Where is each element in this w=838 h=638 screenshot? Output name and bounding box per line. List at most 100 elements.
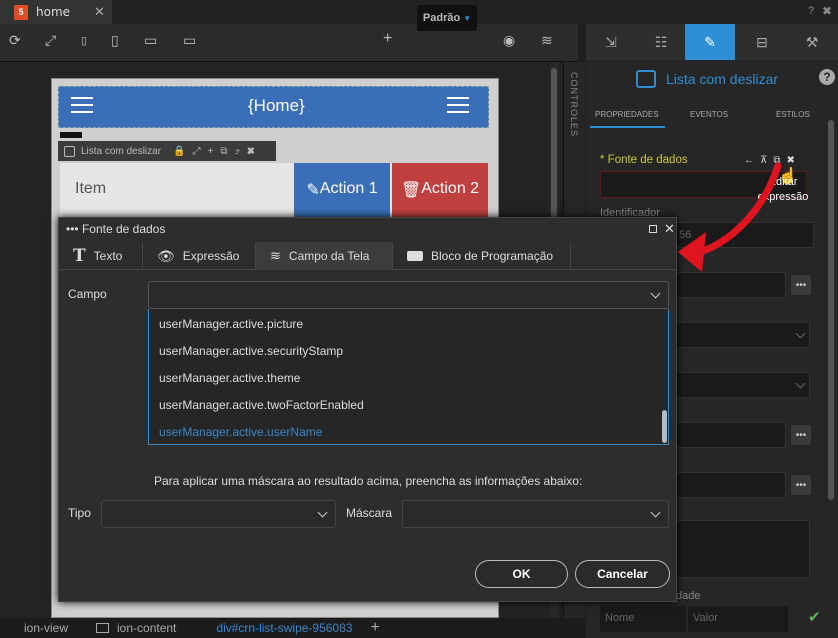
property-select-1[interactable] [676, 322, 810, 348]
tab-eventos[interactable]: EVENTOS [690, 110, 728, 119]
import-icon[interactable]: ⇲ [586, 24, 636, 60]
tab-campo-tela[interactable]: ≋ Campo da Tela [256, 242, 393, 270]
property-textarea[interactable] [676, 520, 810, 578]
panel-scrollbar[interactable] [828, 120, 834, 500]
chevron-down-icon [650, 288, 661, 299]
html5-icon: 5 [14, 4, 28, 20]
preset-label: Padrão [422, 12, 461, 24]
mask-instructions: Para aplicar uma máscara ao resultado ac… [154, 474, 583, 488]
property-select-2[interactable] [676, 372, 810, 398]
chevron-down-icon [317, 507, 328, 518]
add-icon[interactable]: + [383, 30, 392, 48]
list-swipe-icon [636, 70, 656, 88]
tab-propriedades[interactable]: PROPRIEDADES [595, 110, 659, 119]
dialog-title: ••• Fonte de dados [66, 222, 165, 236]
menu-icon[interactable] [71, 97, 93, 113]
active-tab-underline [590, 126, 665, 128]
tipo-select[interactable] [101, 500, 336, 528]
element-breadcrumb: ion-view ion-content div#crn-list-swipe-… [0, 618, 586, 638]
chevron-down-icon [795, 328, 806, 339]
menu-icon-right[interactable] [447, 97, 469, 113]
mascara-label: Máscara [346, 506, 393, 520]
panel-tabs: ⇲ ☷ ✎ ⊟ ⚒ [586, 24, 838, 60]
section-label-fragment: dade [676, 590, 701, 602]
tab-expressao[interactable]: 👁 Expressão [143, 242, 256, 270]
code-icon[interactable]: ⊟ [737, 24, 787, 60]
add-icon[interactable]: + [370, 619, 379, 637]
tipo-label: Tipo [68, 506, 91, 520]
tab-expressao-label: Expressão [182, 249, 240, 263]
list-tag-label: Lista com deslizar [81, 145, 162, 157]
database-icon: ≋ [270, 248, 281, 263]
swipe-action-2[interactable]: 🗑 Action 2 [392, 163, 488, 217]
option-security-stamp[interactable]: userManager.active.securityStamp [159, 344, 343, 358]
refresh-icon[interactable]: ⟳ [9, 32, 21, 49]
close-window-icon[interactable]: ✖ [822, 4, 832, 18]
campo-select[interactable] [148, 281, 669, 309]
crumb-ion-view[interactable]: ion-view [24, 621, 68, 635]
property-field-3[interactable] [676, 472, 786, 498]
drag-handle-icon[interactable]: ••• [66, 222, 79, 236]
help-icon[interactable]: ? [808, 5, 814, 17]
property-field-2[interactable] [676, 422, 786, 448]
dialog-title-text: Fonte de dados [81, 222, 166, 236]
mascara-select[interactable] [402, 500, 669, 528]
trash-icon: 🗑 [400, 182, 422, 199]
phone-title: {Home} [248, 96, 305, 115]
database-icon[interactable]: ≋ [541, 32, 553, 49]
list-component-tag[interactable]: Lista com deslizar 🔒⤢+⧉⤴✖ [58, 141, 276, 161]
device-preset-select[interactable]: Padrão ▼ [417, 5, 477, 31]
monitor-icon [96, 623, 110, 633]
ok-button[interactable]: OK [475, 560, 568, 588]
eye-slash-icon[interactable]: ◉ [503, 32, 515, 49]
desktop-icon[interactable]: ▭ [183, 32, 196, 49]
item-label: Item [75, 180, 107, 197]
chevron-down-icon [795, 378, 806, 389]
laptop-icon[interactable]: ▭ [144, 32, 157, 49]
list-icon [64, 145, 75, 157]
component-actions-icons[interactable]: 🔒⤢+⧉⤴✖ [173, 146, 262, 157]
list-scrollbar-thumb[interactable] [662, 410, 667, 443]
tab-estilos[interactable]: ESTILOS [776, 110, 810, 119]
canvas-toolbar: ⟳ ⤢ ▯ ▯ ▭ ▭ + ◉ ≋ [0, 24, 578, 62]
tab-texto[interactable]: T Texto [59, 242, 143, 270]
annotation-arrow [678, 162, 782, 272]
tab-home[interactable]: 5 home ✕ [0, 0, 112, 24]
campo-label: Campo [68, 287, 107, 301]
crumb-ion-content[interactable]: ion-content [117, 621, 176, 635]
tools-icon[interactable]: ⚒ [787, 24, 837, 60]
phone-icon[interactable]: ▯ [81, 34, 87, 47]
swipe-action-1[interactable]: ✎ Action 1 [294, 163, 390, 217]
tab-bloco-label: Bloco de Programação [431, 249, 554, 263]
option-username[interactable]: userManager.active.userName [159, 425, 322, 439]
value-input[interactable]: Valor [688, 606, 788, 632]
cancel-button[interactable]: Cancelar [575, 560, 670, 588]
name-input[interactable]: Nome [600, 606, 686, 632]
tab-label: home [36, 5, 71, 19]
pencil-tab-icon[interactable]: ✎ [685, 24, 735, 60]
controls-label: CONTROLES [569, 72, 579, 138]
check-icon[interactable]: ✔ [808, 608, 821, 626]
option-two-factor[interactable]: userManager.active.twoFactorEnabled [159, 398, 364, 412]
caret-down-icon: ▼ [463, 13, 472, 23]
tree-icon[interactable]: ☷ [636, 24, 686, 60]
action2-label: Action 2 [421, 180, 480, 197]
close-icon[interactable]: ✕ [94, 4, 105, 20]
more-button-2[interactable]: ••• [791, 425, 811, 445]
tab-bloco-programacao[interactable]: Bloco de Programação [393, 242, 571, 270]
more-button-3[interactable]: ••• [791, 475, 811, 495]
chevron-down-icon [650, 507, 661, 518]
component-marker [60, 132, 82, 138]
text-icon: T [73, 246, 86, 266]
pencil-icon: ✎ [306, 182, 320, 199]
option-theme[interactable]: userManager.active.theme [159, 371, 300, 385]
tab-campo-label: Campo da Tela [288, 249, 370, 263]
expand-icon[interactable]: ⤢ [45, 32, 56, 49]
tablet-icon[interactable]: ▯ [111, 32, 119, 49]
option-picture[interactable]: userManager.active.picture [159, 317, 303, 331]
panel-title: Lista com deslizar [666, 71, 779, 87]
help-circle-icon[interactable]: ? [819, 69, 835, 85]
crumb-div[interactable]: div#crn-list-swipe-956083 [216, 621, 352, 635]
eye-icon: 👁 [157, 247, 175, 264]
tab-texto-label: Texto [93, 249, 123, 263]
